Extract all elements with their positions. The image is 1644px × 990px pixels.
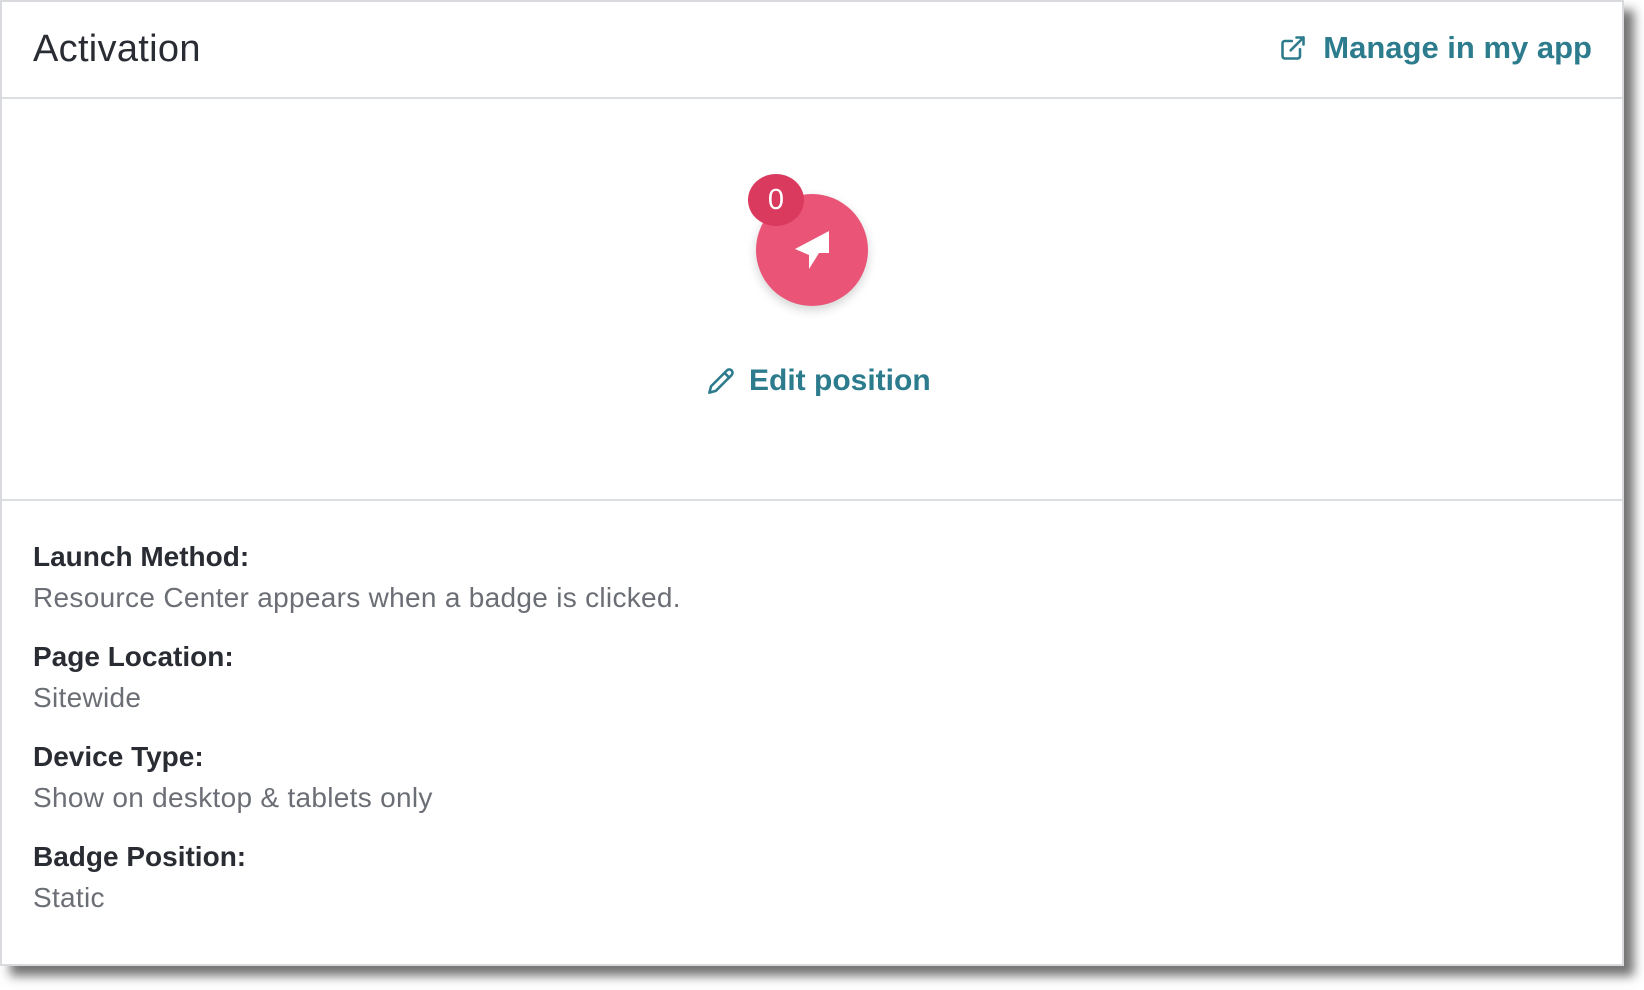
badge-count: 0: [748, 174, 804, 226]
activation-details: Launch Method: Resource Center appears w…: [33, 537, 681, 937]
device-type-value: Show on desktop & tablets only: [33, 782, 433, 813]
launch-method-label: Launch Method:: [33, 541, 250, 572]
pencil-icon: [707, 367, 749, 395]
manage-link-label: Manage in my app: [1323, 30, 1592, 65]
edit-position-button[interactable]: Edit position: [707, 364, 931, 398]
edit-position-label: Edit position: [749, 364, 931, 397]
panel-title: Activation: [33, 28, 201, 70]
panel-header: Activation Manage in my app: [2, 2, 1622, 99]
external-link-icon: [1279, 34, 1323, 62]
manage-in-app-link[interactable]: Manage in my app: [1279, 30, 1592, 66]
device-type-label: Device Type:: [33, 741, 204, 772]
launch-method-value: Resource Center appears when a badge is …: [33, 582, 681, 613]
badge-position-label: Badge Position:: [33, 841, 247, 872]
activation-panel: Activation Manage in my app 0 Edit posit…: [0, 0, 1624, 966]
page-location-value: Sitewide: [33, 682, 142, 713]
resource-center-arrow-icon: [787, 225, 837, 275]
page-location-label: Page Location:: [33, 641, 234, 672]
badge-position-value: Static: [33, 882, 105, 913]
